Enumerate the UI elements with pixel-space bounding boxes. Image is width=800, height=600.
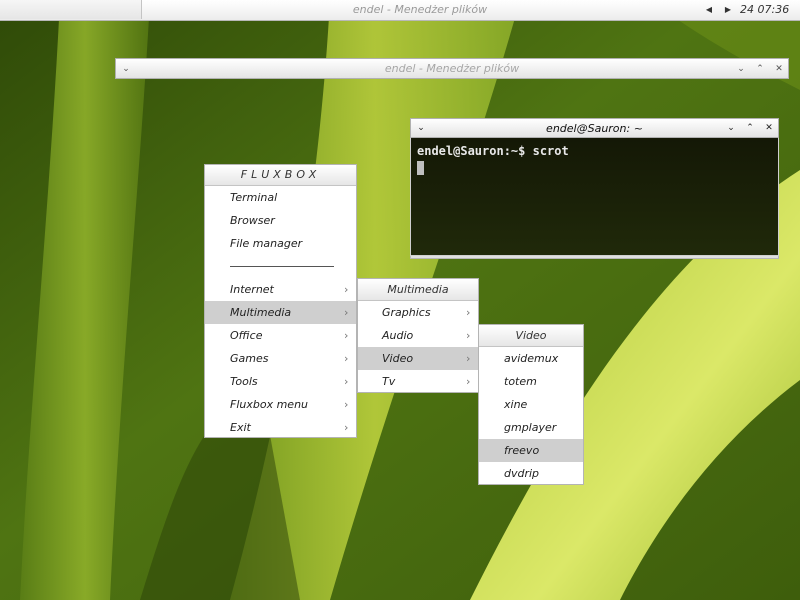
terminal-body[interactable]: endel@Sauron:~$ scrot	[410, 138, 779, 256]
triangle-right-icon[interactable]: ▶	[721, 0, 735, 20]
menu-item-label: xine	[504, 398, 528, 411]
chevron-right-icon: ›	[344, 283, 349, 296]
file-manager-window: ⌄ endel - Menedżer plików ⌄ ⌃ ✕	[115, 58, 789, 79]
menu-item-label: dvdrip	[504, 467, 540, 480]
menu-item-graphics[interactable]: Graphics ›	[358, 301, 478, 324]
menu-item-office[interactable]: Office ›	[205, 324, 356, 347]
menu-item-label: Video	[382, 352, 414, 365]
chevron-right-icon: ›	[344, 375, 349, 388]
menu-item-label: Games	[230, 352, 269, 365]
chevron-right-icon: ›	[466, 329, 471, 342]
menu-separator	[205, 255, 356, 278]
menu-item-terminal[interactable]: Terminal	[205, 186, 356, 209]
chevron-right-icon: ›	[344, 398, 349, 411]
menu-item-label: totem	[504, 375, 537, 388]
file-manager-title: endel - Menedżer plików	[384, 62, 520, 75]
menu-item-label: Tools	[230, 375, 258, 388]
chevron-right-icon: ›	[466, 375, 471, 388]
file-manager-titlebar[interactable]: ⌄ endel - Menedżer plików ⌄ ⌃ ✕	[115, 58, 789, 79]
multimedia-submenu-title: Multimedia	[358, 279, 478, 301]
multimedia-submenu: Multimedia Graphics › Audio › Video › Tv…	[357, 278, 479, 393]
menu-item-label: Office	[230, 329, 263, 342]
menu-item-label: Exit	[230, 421, 251, 434]
menu-item-label: Graphics	[382, 306, 431, 319]
menu-item-label: File manager	[230, 237, 303, 250]
menu-item-internet[interactable]: Internet ›	[205, 278, 356, 301]
menu-item-label: freevo	[504, 444, 540, 457]
chevron-right-icon: ›	[344, 421, 349, 434]
chevron-right-icon: ›	[344, 329, 349, 342]
menu-item-label: Tv	[382, 375, 396, 388]
toolbar-window-title[interactable]: endel - Menedżer plików	[142, 0, 698, 20]
terminal-titlebar[interactable]: ⌄ endel@Sauron: ~ ⌄ ⌃ ✕	[410, 118, 779, 138]
menu-item-multimedia[interactable]: Multimedia ›	[205, 301, 356, 324]
root-menu-title: FLUXBOX	[205, 165, 356, 186]
terminal-bottom-handle[interactable]	[410, 256, 779, 259]
iconify-icon[interactable]: ⌄	[723, 120, 739, 136]
menu-item-tools[interactable]: Tools ›	[205, 370, 356, 393]
menu-item-label: gmplayer	[504, 421, 557, 434]
terminal-cursor	[417, 161, 424, 175]
menu-item-label: Fluxbox menu	[230, 398, 309, 411]
menu-item-label: Terminal	[230, 191, 278, 204]
menu-item-file-manager[interactable]: File manager	[205, 232, 356, 255]
menu-item-fluxbox-menu[interactable]: Fluxbox menu ›	[205, 393, 356, 416]
menu-item-label: Multimedia	[230, 306, 292, 319]
menu-item-freevo[interactable]: freevo	[479, 439, 583, 462]
video-submenu: Video avidemux totem xine gmplayer freev…	[478, 324, 584, 485]
menu-item-browser[interactable]: Browser	[205, 209, 356, 232]
video-submenu-title: Video	[479, 325, 583, 347]
menu-item-label: Audio	[382, 329, 414, 342]
chevron-right-icon: ›	[466, 306, 471, 319]
menu-item-games[interactable]: Games ›	[205, 347, 356, 370]
menu-item-audio[interactable]: Audio ›	[358, 324, 478, 347]
menu-item-gmplayer[interactable]: gmplayer	[479, 416, 583, 439]
chevron-right-icon: ›	[466, 352, 471, 365]
close-icon[interactable]: ✕	[761, 120, 777, 136]
menu-item-label: avidemux	[504, 352, 559, 365]
menu-item-totem[interactable]: totem	[479, 370, 583, 393]
menu-item-video[interactable]: Video ›	[358, 347, 478, 370]
menu-item-exit[interactable]: Exit ›	[205, 416, 356, 439]
chevron-right-icon: ›	[344, 352, 349, 365]
triangle-left-icon[interactable]: ◀	[702, 0, 716, 20]
toolbar: endel - Menedżer plików ◀ ▶ 24 07:36	[0, 0, 800, 21]
toolbar-clock: 24 07:36	[740, 3, 790, 16]
menu-item-label: Browser	[230, 214, 275, 227]
terminal-window: ⌄ endel@Sauron: ~ ⌄ ⌃ ✕ endel@Sauron:~$ …	[410, 118, 779, 259]
workspace-slot[interactable]	[0, 0, 142, 19]
maximize-icon[interactable]: ⌃	[742, 120, 758, 136]
root-menu: FLUXBOX Terminal Browser File manager In…	[204, 164, 357, 438]
terminal-prompt-line: endel@Sauron:~$ scrot	[417, 144, 569, 158]
menu-item-tv[interactable]: Tv ›	[358, 370, 478, 393]
close-icon[interactable]: ✕	[771, 61, 787, 77]
menu-item-xine[interactable]: xine	[479, 393, 583, 416]
chevron-right-icon: ›	[344, 306, 349, 319]
menu-item-avidemux[interactable]: avidemux	[479, 347, 583, 370]
menu-item-dvdrip[interactable]: dvdrip	[479, 462, 583, 485]
menu-item-label: Internet	[230, 283, 274, 296]
maximize-icon[interactable]: ⌃	[752, 61, 768, 77]
iconify-icon[interactable]: ⌄	[733, 61, 749, 77]
